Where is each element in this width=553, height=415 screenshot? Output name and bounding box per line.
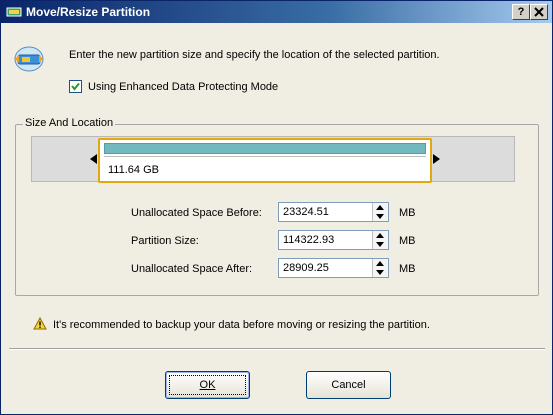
partition-divider <box>104 156 426 157</box>
unallocated-before-unit: MB <box>399 207 416 219</box>
window-title: Move/Resize Partition <box>26 5 151 19</box>
spin-down-icon[interactable] <box>376 242 384 247</box>
unallocated-after-label: Unallocated Space After: <box>131 263 253 275</box>
focus-rect <box>169 375 246 395</box>
spin-up-icon[interactable] <box>376 261 384 266</box>
partition-size-label-field: Partition Size: <box>131 235 199 247</box>
spin-up-icon[interactable] <box>376 205 384 210</box>
unallocated-after-input[interactable]: 28909.25 <box>278 258 389 278</box>
spin-up-icon[interactable] <box>376 233 384 238</box>
spin-down-icon[interactable] <box>376 214 384 219</box>
partition-used-bar <box>104 143 426 154</box>
warning-text: It's recommended to backup your data bef… <box>53 319 430 331</box>
unallocated-before-spinner[interactable] <box>372 203 388 221</box>
unallocated-before-input[interactable]: 23324.51 <box>278 202 389 222</box>
unallocated-after-value[interactable]: 28909.25 <box>283 262 329 274</box>
partition-size-value[interactable]: 114322.93 <box>283 234 334 246</box>
move-resize-dialog: Move/Resize Partition ? Enter the new pa… <box>0 0 553 415</box>
close-button[interactable] <box>530 4 548 20</box>
help-button[interactable]: ? <box>512 4 530 20</box>
title-bar: Move/Resize Partition ? <box>1 1 552 23</box>
partition-size-input[interactable]: 114322.93 <box>278 230 389 250</box>
checkmark-icon <box>71 82 80 91</box>
right-resize-handle-icon[interactable] <box>433 154 440 164</box>
cancel-button-label: Cancel <box>331 379 366 391</box>
group-label: Size And Location <box>23 117 116 129</box>
warning-icon <box>33 317 47 330</box>
close-icon <box>534 7 544 17</box>
partition-size-spinner[interactable] <box>372 231 388 249</box>
partition-size-unit: MB <box>399 235 416 247</box>
spin-down-icon[interactable] <box>376 270 384 275</box>
cancel-button[interactable]: Cancel <box>306 371 391 399</box>
unallocated-before-value[interactable]: 23324.51 <box>283 206 329 218</box>
ok-button[interactable]: OK <box>165 371 250 399</box>
unallocated-before-label: Unallocated Space Before: <box>131 207 262 219</box>
left-resize-handle-icon[interactable] <box>90 154 97 164</box>
partition-icon <box>6 7 22 17</box>
footer-divider <box>9 348 545 350</box>
unallocated-after-unit: MB <box>399 263 416 275</box>
unallocated-after-spinner[interactable] <box>372 259 388 277</box>
partition-size-label: 111.64 GB <box>108 164 159 176</box>
move-resize-icon <box>14 46 44 72</box>
enhanced-mode-label[interactable]: Using Enhanced Data Protecting Mode <box>88 81 278 93</box>
partition-block[interactable]: 111.64 GB <box>98 138 432 183</box>
instruction-text: Enter the new partition size and specify… <box>69 49 440 61</box>
enhanced-mode-checkbox[interactable] <box>69 80 82 93</box>
